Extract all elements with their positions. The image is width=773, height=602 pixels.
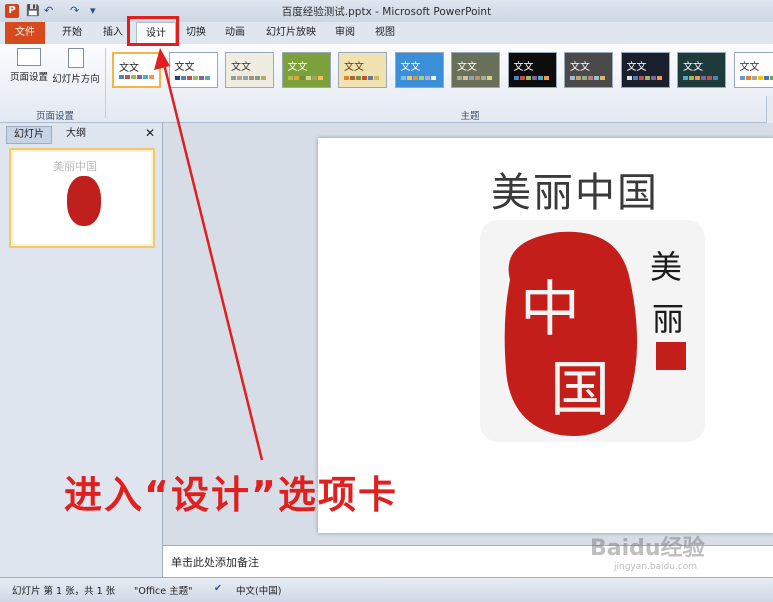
slide-thumbnail-canvas: 美丽中国 bbox=[13, 152, 151, 244]
ribbon-design: 页面设置 幻灯片方向 页面设置 文文文文文文文文文文文文文文文文文文文文文文文文… bbox=[0, 44, 773, 123]
slide-title[interactable]: 美丽中国 bbox=[455, 160, 695, 218]
group-themes: 主题 bbox=[440, 108, 500, 122]
theme-label: 文文 bbox=[288, 58, 308, 73]
theme-label: 文文 bbox=[457, 58, 477, 73]
small-seal-stamp bbox=[656, 342, 686, 370]
group-page-setup: 页面设置 bbox=[10, 108, 100, 122]
theme-label: 文文 bbox=[514, 58, 534, 73]
theme-thumbnail[interactable]: 文文 bbox=[225, 52, 274, 88]
status-slide-info: 幻灯片 第 1 张，共 1 张 bbox=[12, 583, 115, 597]
tab-transitions[interactable]: 切换 bbox=[180, 22, 212, 44]
thumbnail-title: 美丽中国 bbox=[53, 158, 97, 174]
seal-char-mei: 美 bbox=[650, 248, 682, 286]
theme-color-swatches bbox=[288, 72, 324, 83]
theme-thumbnail[interactable]: 文文 bbox=[112, 52, 161, 88]
tab-view[interactable]: 视图 bbox=[368, 22, 402, 44]
theme-label: 文文 bbox=[344, 58, 364, 73]
annotation-highlight-box bbox=[127, 16, 179, 46]
theme-thumbnail[interactable]: 文文 bbox=[451, 52, 500, 88]
theme-thumbnail[interactable]: 文文 bbox=[564, 52, 613, 88]
title-bar: P 💾 ↶ ↷ ▾ 百度经验测试.pptx - Microsoft PowerP… bbox=[0, 0, 773, 22]
theme-color-swatches bbox=[119, 71, 155, 82]
theme-color-swatches bbox=[401, 72, 437, 83]
theme-thumbnail[interactable]: 文文 bbox=[621, 52, 670, 88]
theme-color-swatches bbox=[570, 72, 606, 83]
slide-orientation-icon bbox=[68, 48, 84, 68]
tab-review[interactable]: 审阅 bbox=[330, 22, 360, 44]
watermark-text: Baidu经验 bbox=[590, 536, 705, 561]
tab-animations[interactable]: 动画 bbox=[218, 22, 252, 44]
tab-slides[interactable]: 幻灯片 bbox=[6, 126, 52, 144]
seal-char-guo: 国 bbox=[550, 355, 610, 425]
tab-outline[interactable]: 大纲 bbox=[56, 126, 96, 142]
status-bar: 幻灯片 第 1 张，共 1 张 "Office 主题" ✔ 中文(中国) bbox=[0, 577, 773, 602]
theme-color-swatches bbox=[457, 72, 493, 83]
theme-color-swatches bbox=[514, 72, 550, 83]
spellcheck-icon[interactable]: ✔ bbox=[214, 583, 222, 594]
theme-thumbnail[interactable]: 文文 bbox=[338, 52, 387, 88]
status-theme[interactable]: "Office 主题" bbox=[134, 583, 193, 597]
theme-label: 文文 bbox=[175, 58, 195, 73]
tab-file[interactable]: 文件 bbox=[5, 22, 45, 44]
window-title: 百度经验测试.pptx - Microsoft PowerPoint bbox=[0, 4, 773, 19]
theme-thumbnail[interactable]: 文文 bbox=[282, 52, 331, 88]
baidu-watermark: Baidu经验 jingyan.baidu.com bbox=[590, 530, 705, 572]
close-icon[interactable]: ✕ bbox=[145, 126, 155, 140]
page-setup-button[interactable]: 页面设置 bbox=[8, 48, 50, 83]
thumbnail-seal bbox=[67, 176, 101, 226]
theme-color-swatches bbox=[683, 72, 719, 83]
theme-thumbnail[interactable]: 文文 bbox=[395, 52, 444, 88]
ribbon-tabs: 文件 开始 插入 设计 切换 动画 幻灯片放映 审阅 视图 bbox=[0, 22, 773, 45]
theme-color-swatches bbox=[740, 72, 773, 83]
theme-color-swatches bbox=[344, 72, 380, 83]
theme-thumbnail[interactable]: 文文 bbox=[169, 52, 218, 88]
slide-orientation-button[interactable]: 幻灯片方向 bbox=[50, 48, 102, 85]
seal-char-zhong: 中 bbox=[520, 275, 580, 345]
slide-thumbnail[interactable]: 美丽中国 bbox=[9, 148, 155, 248]
theme-label: 文文 bbox=[570, 58, 590, 73]
theme-label: 文文 bbox=[231, 58, 251, 73]
tab-slideshow[interactable]: 幻灯片放映 bbox=[260, 22, 322, 44]
watermark-url: jingyan.baidu.com bbox=[614, 562, 705, 572]
theme-label: 文文 bbox=[683, 58, 703, 73]
theme-thumbnail[interactable]: 文文 bbox=[508, 52, 557, 88]
annotation-caption: 进入“设计”选项卡 bbox=[64, 464, 398, 519]
seal-logo-image[interactable]: 中 国 美 丽 bbox=[480, 220, 705, 442]
seal-char-li: 丽 bbox=[652, 300, 684, 338]
group-separator bbox=[105, 48, 106, 118]
theme-label: 文文 bbox=[740, 58, 760, 73]
status-language[interactable]: 中文(中国) bbox=[236, 583, 281, 597]
page-setup-label: 页面设置 bbox=[10, 72, 48, 83]
theme-color-swatches bbox=[627, 72, 663, 83]
theme-color-swatches bbox=[175, 72, 211, 83]
tab-insert[interactable]: 插入 bbox=[96, 22, 130, 44]
theme-thumbnail[interactable]: 文文 bbox=[677, 52, 726, 88]
theme-thumbnail[interactable]: 文文 bbox=[734, 52, 773, 88]
page-setup-icon bbox=[17, 48, 41, 66]
theme-label: 文文 bbox=[627, 58, 647, 73]
notes-placeholder[interactable]: 单击此处添加备注 bbox=[171, 554, 259, 570]
theme-label: 文文 bbox=[401, 58, 421, 73]
tab-home[interactable]: 开始 bbox=[55, 22, 89, 44]
theme-color-swatches bbox=[231, 72, 267, 83]
slide-orientation-label: 幻灯片方向 bbox=[52, 74, 100, 85]
